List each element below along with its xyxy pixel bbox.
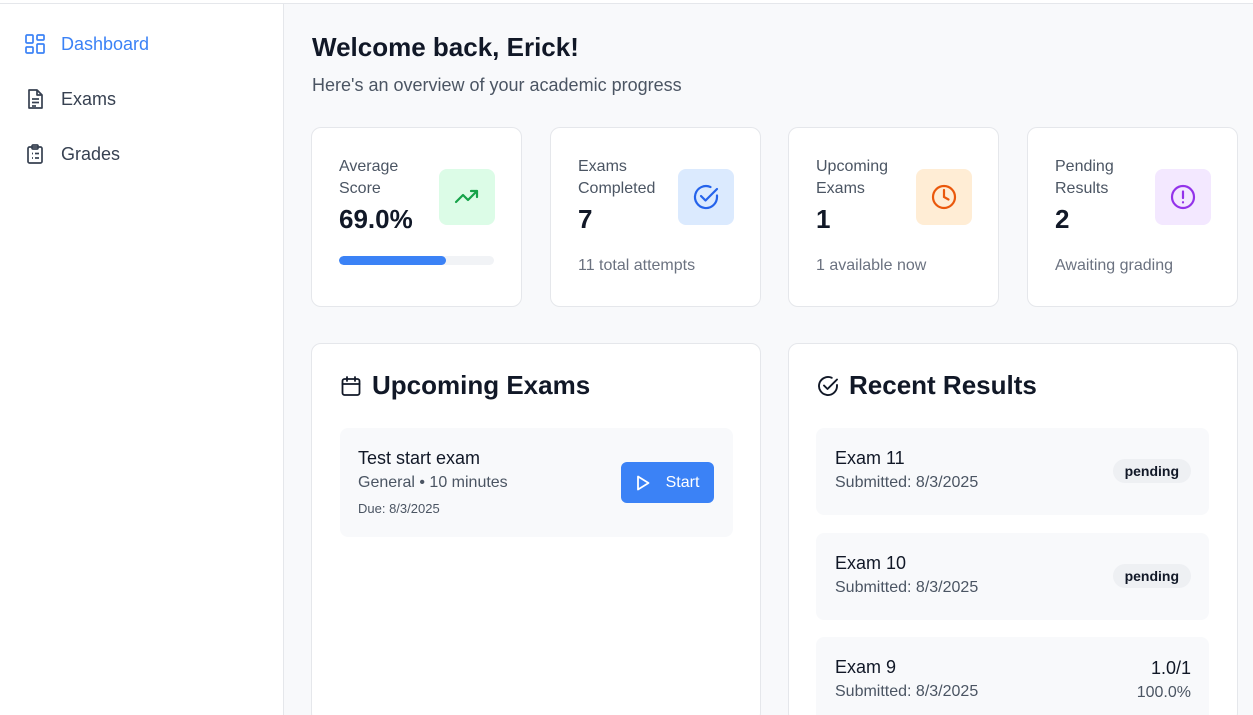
result-item[interactable]: Exam 10 Submitted: 8/3/2025 pending (816, 533, 1209, 620)
result-exam-name: Exam 10 (835, 553, 907, 573)
sidebar-item-exams[interactable]: Exams (24, 84, 116, 114)
sidebar: Dashboard Exams Grades (0, 4, 284, 715)
stat-value: 7 (578, 204, 593, 234)
calendar-icon (340, 375, 362, 397)
stat-card-pending-results: Pending Results 2 Awaiting grading (1027, 127, 1238, 307)
dashboard-icon (24, 33, 46, 55)
status-badge: pending (1112, 459, 1191, 483)
list-item: Test start exam General • 10 minutes Due… (340, 428, 733, 537)
play-icon (636, 475, 650, 491)
alert-circle-icon (1155, 169, 1211, 225)
result-submitted-date: Submitted: 8/3/2025 (835, 683, 979, 700)
result-item[interactable]: Exam 9 Submitted: 8/3/2025 1.0/1 100.0% (816, 637, 1209, 715)
panel-title-text: Upcoming Exams (372, 370, 591, 400)
trending-up-icon (439, 169, 495, 225)
score-progress-bar (339, 256, 494, 265)
exam-due-date: Due: 8/3/2025 (358, 501, 440, 516)
panel-title: Upcoming Exams (340, 370, 590, 401)
result-submitted-date: Submitted: 8/3/2025 (835, 579, 979, 596)
page-subtitle: Here's an overview of your academic prog… (312, 75, 682, 95)
result-percent: 100.0% (1136, 684, 1191, 701)
clipboard-list-icon (24, 143, 46, 165)
result-score: 1.0/1 (1150, 658, 1191, 678)
stat-note: 1 available now (816, 257, 927, 274)
sidebar-item-grades[interactable]: Grades (24, 139, 120, 169)
document-icon (24, 88, 46, 110)
sidebar-item-label: Dashboard (61, 33, 150, 54)
page-title: Welcome back, Erick! (312, 32, 579, 62)
sidebar-item-dashboard[interactable]: Dashboard (24, 29, 149, 59)
upcoming-exams-panel: Upcoming Exams Test start exam General •… (311, 343, 761, 715)
sidebar-item-label: Grades (61, 143, 121, 164)
stat-card-average-score: Average Score 69.0% (311, 127, 522, 307)
panel-title-text: Recent Results (849, 370, 1037, 400)
sidebar-item-label: Exams (61, 88, 117, 109)
stat-card-exams-completed: Exams Completed 7 11 total attempts (550, 127, 761, 307)
stat-value: 1 (816, 204, 831, 234)
stat-card-upcoming-exams: Upcoming Exams 1 1 available now (788, 127, 999, 307)
result-exam-name: Exam 11 (835, 448, 905, 468)
start-button-label: Start (665, 473, 700, 491)
stat-note: 11 total attempts (578, 257, 696, 274)
panel-title: Recent Results (817, 370, 1037, 401)
stat-label: Upcoming Exams (816, 158, 889, 197)
result-item[interactable]: Exam 11 Submitted: 8/3/2025 pending (816, 428, 1209, 515)
stat-label: Average Score (339, 158, 399, 197)
recent-results-panel: Recent Results Exam 11 Submitted: 8/3/20… (788, 343, 1238, 715)
stat-note: Awaiting grading (1055, 257, 1174, 274)
check-circle-icon (817, 375, 839, 397)
score-progress-fill (339, 256, 446, 265)
clock-icon (916, 169, 972, 225)
exam-meta: General • 10 minutes (358, 474, 508, 491)
status-badge: pending (1112, 564, 1191, 588)
check-circle-icon (678, 169, 734, 225)
start-exam-button[interactable]: Start (621, 462, 714, 503)
exam-name: Test start exam (358, 448, 481, 468)
stat-label: Exams Completed (578, 158, 656, 197)
stat-value: 69.0% (339, 204, 413, 234)
stat-value: 2 (1055, 204, 1070, 234)
main-content: Welcome back, Erick! Here's an overview … (284, 4, 1253, 715)
result-submitted-date: Submitted: 8/3/2025 (835, 474, 979, 491)
result-exam-name: Exam 9 (835, 657, 897, 677)
stat-label: Pending Results (1055, 158, 1114, 197)
